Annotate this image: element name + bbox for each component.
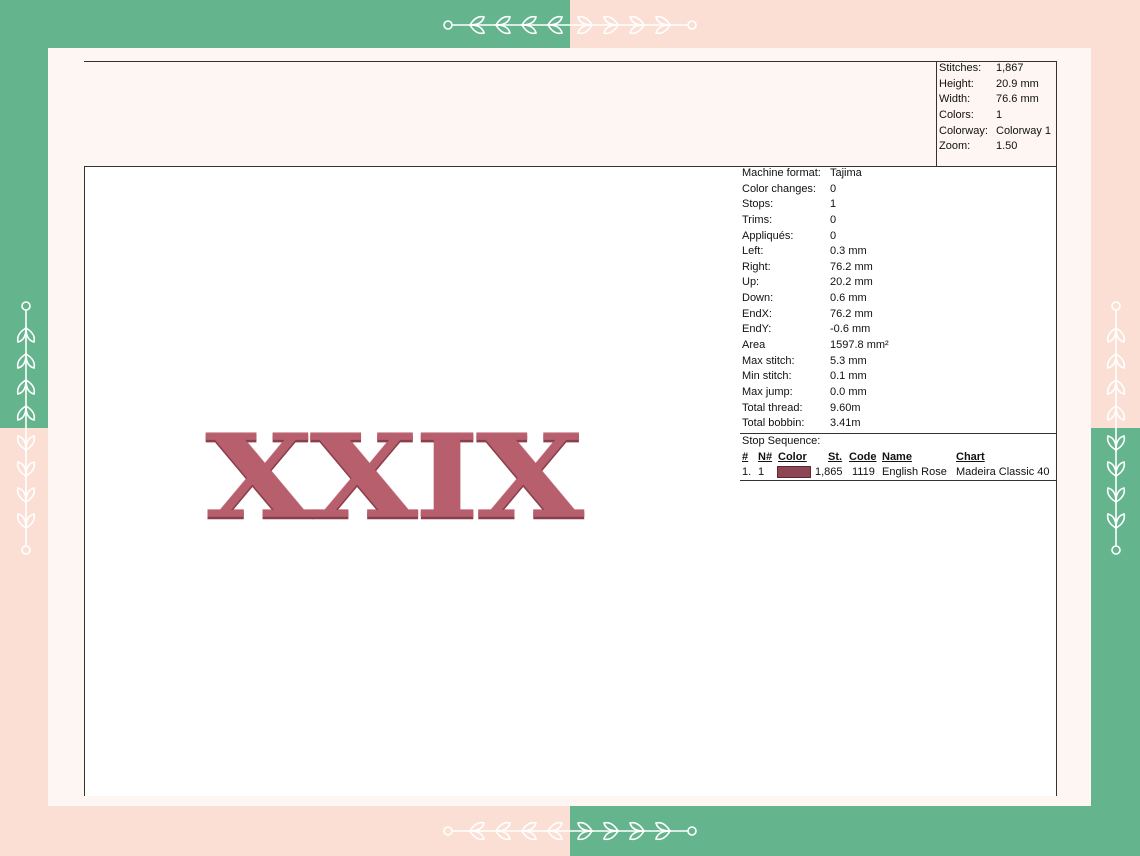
col-header-name: Name	[882, 451, 912, 463]
info-row: Total bobbin: 3.41m	[742, 417, 861, 430]
col-header-stitches: St.	[828, 451, 843, 463]
embroidery-design-text: XXIX	[205, 410, 584, 545]
info-row: Min stitch: 0.1 mm	[742, 370, 867, 383]
info-row: EndX: 76.2 mm	[742, 307, 873, 320]
info-row: Max jump: 0.0 mm	[742, 385, 867, 398]
info-row: Right: 76.2 mm	[742, 260, 873, 273]
info-row: Trims: 0	[742, 213, 837, 226]
summary-row-height: Height: 20.9 mm	[939, 77, 1039, 90]
vine-ornament-right	[1106, 301, 1126, 555]
col-header-needle: N#	[758, 451, 773, 463]
row-needle: 1	[758, 466, 765, 478]
summary-row-colors: Colors: 1	[939, 108, 1003, 121]
summary-row-width: Width: 76.6 mm	[939, 93, 1039, 106]
design-summary-box: Stitches: 1,867 Height: 20.9 mm Width: 76.6…	[936, 61, 1057, 167]
info-row: Up: 20.2 mm	[742, 276, 873, 289]
info-row: Color changes: 0	[742, 182, 837, 195]
info-row: Machine format: Tajima	[742, 167, 862, 179]
stop-sequence-title: Stop Sequence:	[742, 435, 821, 447]
info-row: Stops: 1	[742, 198, 837, 211]
design-stats-list: Machine format: Tajima Color changes: 0 St…	[742, 166, 889, 432]
row-stitches: 1,865	[815, 466, 843, 478]
col-header-number: #	[742, 451, 749, 463]
vine-ornament-bottom	[443, 821, 697, 841]
info-row: Appliqués: 0	[742, 229, 837, 242]
row-chart: Madeira Classic 40	[956, 466, 1050, 478]
table-row: 1. 1 1,865 1119 English Rose Madeira Cla…	[742, 465, 1056, 480]
info-row: EndY: -0.6 mm	[742, 323, 871, 336]
info-row: Left: 0.3 mm	[742, 245, 867, 258]
stop-sequence-section: Stop Sequence: # N# Color St. Code Name …	[740, 433, 1056, 481]
row-code: 1119	[852, 466, 875, 478]
col-header-color: Color	[778, 451, 807, 463]
col-header-code: Code	[849, 451, 877, 463]
info-row: Area 1597.8 mm²	[742, 339, 889, 352]
vine-ornament-left	[16, 301, 36, 555]
row-thread-name: English Rose	[882, 466, 947, 478]
vine-ornament-top	[443, 15, 697, 35]
col-header-chart: Chart	[956, 451, 985, 463]
summary-row-zoom: Zoom: 1.50	[939, 140, 1018, 153]
summary-row-stitches: Stitches: 1,867	[939, 62, 1024, 74]
row-number: 1.	[742, 466, 752, 478]
design-preview-area: XXIX	[84, 166, 741, 796]
summary-row-colorway: Colorway: Colorway 1	[939, 124, 1052, 137]
thread-color-swatch	[777, 466, 811, 478]
info-row: Max stitch: 5.3 mm	[742, 354, 867, 367]
info-row: Down: 0.6 mm	[742, 292, 867, 305]
design-info-panel: Machine format: Tajima Color changes: 0 St…	[740, 166, 1057, 796]
info-row: Total thread: 9.60m	[742, 401, 861, 414]
header-rule	[84, 61, 937, 62]
